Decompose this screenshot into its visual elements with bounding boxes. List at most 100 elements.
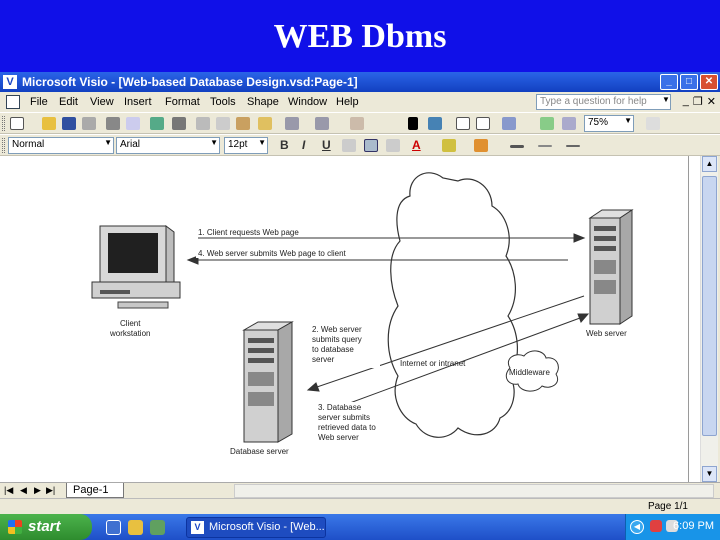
status-bar: Page 1/1: [0, 498, 720, 514]
line-color-icon[interactable]: [442, 139, 456, 152]
stencils-icon[interactable]: [540, 117, 554, 130]
toolbar-grip[interactable]: [2, 116, 5, 131]
vertical-scrollbar[interactable]: ▲ ▼: [700, 156, 718, 482]
drawing-tools-icon[interactable]: [502, 117, 516, 130]
outlook-icon[interactable]: [128, 520, 143, 535]
step2-label-line3: to database: [312, 345, 354, 354]
next-page-icon[interactable]: ▶: [34, 485, 41, 496]
task-visio-button[interactable]: V Microsoft Visio - [Web...: [186, 517, 326, 538]
doc-restore-button[interactable]: ❐: [693, 95, 703, 108]
help-icon[interactable]: [646, 117, 660, 130]
align-right-icon[interactable]: [386, 139, 400, 152]
font-color-icon[interactable]: A: [412, 138, 421, 152]
arrow-step2-head: [306, 382, 320, 392]
connector-tool-icon[interactable]: [428, 117, 442, 130]
internet-cloud-shape: [387, 172, 518, 438]
tray-app-icon[interactable]: [650, 520, 662, 532]
menu-format[interactable]: Format: [165, 96, 200, 108]
left-margin: [0, 156, 48, 482]
last-page-icon[interactable]: ▶|: [46, 485, 55, 496]
print-icon[interactable]: [106, 117, 120, 130]
open-icon[interactable]: [42, 117, 56, 130]
zoom-select[interactable]: 75% ▼: [584, 115, 634, 132]
underline-icon[interactable]: U: [322, 138, 331, 152]
windows-flag-icon: [8, 520, 22, 534]
tab-page-1[interactable]: Page-1: [66, 483, 124, 498]
format-painter-icon[interactable]: [258, 117, 272, 130]
paste-icon[interactable]: [236, 117, 250, 130]
save-icon[interactable]: [62, 117, 76, 130]
doc-close-button[interactable]: ✕: [707, 95, 716, 108]
toolbar-grip[interactable]: [2, 138, 5, 153]
database-server-label: Database server: [230, 447, 289, 456]
tray-chevron-icon[interactable]: ◀: [630, 520, 644, 534]
line-weight-icon[interactable]: [510, 145, 524, 148]
permission-icon[interactable]: [82, 117, 96, 130]
doc-minimize-button[interactable]: _: [683, 95, 689, 108]
visio-window: V Microsoft Visio - [Web-based Database …: [0, 72, 720, 514]
bold-icon[interactable]: B: [280, 138, 289, 152]
title-bar[interactable]: V Microsoft Visio - [Web-based Database …: [0, 72, 720, 92]
align-left-icon[interactable]: [342, 139, 356, 152]
minimize-button[interactable]: _: [660, 74, 678, 90]
shapes-icon[interactable]: [350, 117, 364, 130]
line-pattern-icon[interactable]: [538, 145, 552, 147]
browser-icon[interactable]: [106, 520, 121, 535]
prev-page-icon[interactable]: ◀: [20, 485, 27, 496]
close-button[interactable]: ✕: [700, 74, 718, 90]
font-size-select[interactable]: 12pt ▼: [224, 137, 268, 154]
menu-tools[interactable]: Tools: [210, 96, 236, 108]
window-title: Microsoft Visio - [Web-based Database De…: [22, 75, 358, 89]
system-tray: ◀ 6:09 PM: [625, 514, 720, 540]
menu-view[interactable]: View: [90, 96, 114, 108]
step2-label-line4: server: [312, 355, 335, 364]
new-icon[interactable]: [10, 117, 24, 130]
align-center-icon[interactable]: [364, 139, 378, 152]
scroll-down-icon[interactable]: ▼: [702, 466, 717, 482]
pointer-tool-icon[interactable]: [408, 117, 418, 130]
undo-icon[interactable]: [285, 117, 299, 130]
client-label-line1: Client: [120, 319, 141, 328]
line-ends-icon[interactable]: [566, 145, 580, 147]
scroll-up-icon[interactable]: ▲: [702, 156, 717, 172]
horizontal-scrollbar[interactable]: [234, 484, 714, 498]
first-page-icon[interactable]: |◀: [4, 485, 13, 496]
cut-icon[interactable]: [196, 117, 210, 130]
spelling-icon[interactable]: [150, 117, 164, 130]
copy-icon[interactable]: [216, 117, 230, 130]
text-tool-icon[interactable]: [456, 117, 470, 130]
scroll-thumb[interactable]: [702, 176, 717, 436]
drawing-canvas[interactable]: Internet or intranet Middleware Client w…: [48, 156, 688, 482]
network-diagram: Internet or intranet Middleware Client w…: [91, 172, 634, 456]
start-button[interactable]: start: [0, 514, 92, 540]
chevron-down-icon[interactable]: ▼: [662, 95, 670, 104]
pan-zoom-icon[interactable]: [562, 117, 576, 130]
client-label-line2: workstation: [109, 329, 150, 338]
web-server-label: Web server: [586, 329, 627, 338]
maximize-button[interactable]: □: [680, 74, 698, 90]
menu-help[interactable]: Help: [336, 96, 359, 108]
task-label: Microsoft Visio - [Web...: [209, 521, 325, 533]
redo-icon[interactable]: [315, 117, 329, 130]
menu-shape[interactable]: Shape: [247, 96, 279, 108]
research-icon[interactable]: [172, 117, 186, 130]
step4-label: 4. Web server submits Web page to client: [198, 249, 347, 258]
help-search-input[interactable]: Type a question for help: [536, 94, 671, 110]
print-preview-icon[interactable]: [126, 117, 140, 130]
fill-color-icon[interactable]: [474, 139, 488, 152]
document-icon[interactable]: [6, 95, 20, 109]
menu-window[interactable]: Window: [288, 96, 327, 108]
menu-file[interactable]: File: [30, 96, 48, 108]
italic-icon[interactable]: I: [302, 138, 305, 152]
desktop-icon[interactable]: [150, 520, 165, 535]
chevron-down-icon: ▼: [624, 116, 632, 125]
chevron-down-icon: ▼: [210, 138, 218, 147]
rectangle-tool-icon[interactable]: [476, 117, 490, 130]
menu-insert[interactable]: Insert: [124, 96, 152, 108]
style-select[interactable]: Normal ▼: [8, 137, 114, 154]
step1-label: 1. Client requests Web page: [198, 228, 299, 237]
taskbar: start V Microsoft Visio - [Web... ◀ 6:09…: [0, 514, 720, 540]
visio-icon: V: [3, 75, 17, 89]
font-select[interactable]: Arial ▼: [116, 137, 220, 154]
menu-edit[interactable]: Edit: [59, 96, 78, 108]
